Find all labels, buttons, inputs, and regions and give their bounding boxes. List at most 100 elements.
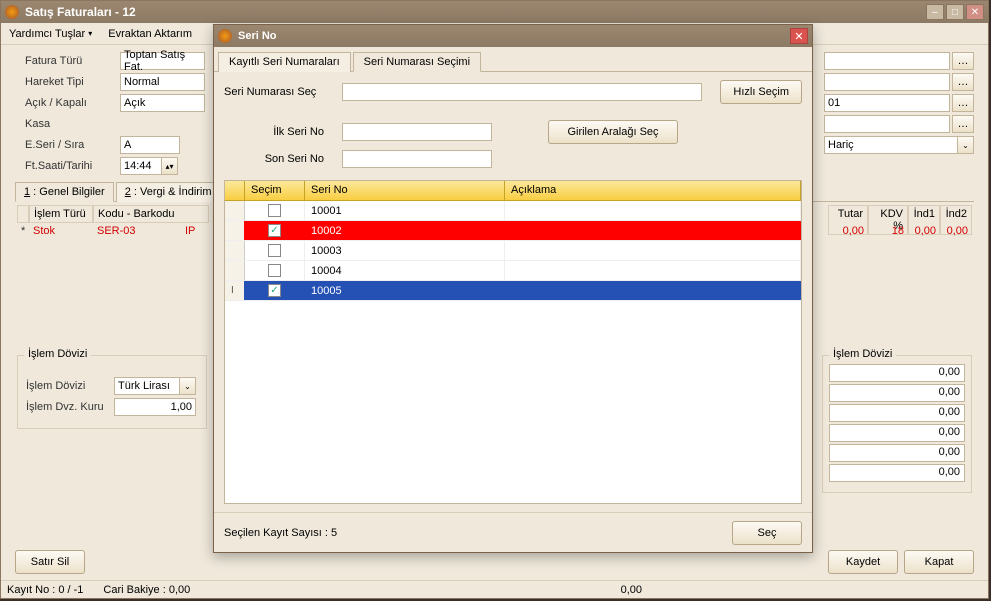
seri-sec-input[interactable] — [342, 83, 702, 101]
row-checkbox-cell[interactable] — [245, 261, 305, 280]
sum-2: 0,00 — [829, 384, 965, 402]
row-marker: * — [17, 223, 29, 241]
row-checkbox-cell[interactable] — [245, 241, 305, 260]
son-seri-input[interactable] — [342, 150, 492, 168]
checkbox-icon — [268, 204, 281, 217]
row-seri-no: 10003 — [305, 241, 505, 260]
sum-4: 0,00 — [829, 424, 965, 442]
row-aciklama — [505, 261, 801, 280]
sum-3: 0,00 — [829, 404, 965, 422]
fatura-turu-combo[interactable]: Toptan Satış Fat. — [120, 52, 205, 70]
col-seri-no[interactable]: Seri No — [305, 181, 505, 200]
dialog-close-button[interactable]: ✕ — [790, 28, 808, 44]
tab-genel-bilgiler[interactable]: 1 : Genel Bilgiler — [15, 182, 114, 202]
seri-grid: Seçim Seri No Açıklama 10001 ✓ 10002100031… — [224, 180, 802, 504]
lookup-button-1[interactable]: … — [952, 52, 974, 70]
islem-kuru-input[interactable]: 1,00 — [114, 398, 196, 416]
menu-transfer[interactable]: Evraktan Aktarım — [100, 23, 200, 44]
islem-dovizi-right-group: İşlem Dövizi 0,00 0,00 0,00 0,00 0,00 0,… — [822, 355, 972, 493]
right-field-4[interactable] — [824, 115, 950, 133]
row-aciklama — [505, 241, 801, 260]
time-spinner-icon[interactable]: ▴▾ — [162, 157, 178, 175]
hareket-tipi-label: Hareket Tipi — [25, 76, 120, 88]
kapat-button[interactable]: Kapat — [904, 550, 974, 574]
row-checkbox-cell[interactable] — [245, 201, 305, 220]
ftsaati-input[interactable]: 14:44 — [120, 157, 162, 175]
row-aciklama — [505, 281, 801, 300]
close-button[interactable]: ✕ — [966, 4, 984, 20]
islem-dovizi-caret-icon[interactable]: ⌄ — [180, 377, 196, 395]
tab-vergi-indirim[interactable]: 2 : Vergi & İndirim — [116, 182, 221, 202]
checkbox-icon: ✓ — [268, 284, 281, 297]
seri-row[interactable]: 10004 — [225, 261, 801, 281]
status-kayit-no: Kayıt No : 0 / -1 — [7, 584, 83, 596]
row-marker — [225, 201, 245, 220]
col-marker — [225, 181, 245, 200]
seri-row[interactable]: 10003 — [225, 241, 801, 261]
girilen-araligi-button[interactable]: Girilen Aralağı Seç — [548, 120, 678, 144]
row-seri-no: 10004 — [305, 261, 505, 280]
cell-ind2[interactable]: 0,00 — [940, 223, 972, 239]
row-checkbox-cell[interactable]: ✓ — [245, 281, 305, 300]
islem-dovizi-combo[interactable]: Türk Lirası — [114, 377, 180, 395]
lookup-button-4[interactable]: … — [952, 115, 974, 133]
row-marker — [225, 261, 245, 280]
seri-row[interactable]: I✓10005 — [225, 281, 801, 301]
seri-row[interactable]: 10001 — [225, 201, 801, 221]
eseri-input[interactable]: A — [120, 136, 180, 154]
row-marker — [225, 221, 245, 240]
haric-caret-icon[interactable]: ⌄ — [958, 136, 974, 154]
right-field-1[interactable] — [824, 52, 950, 70]
kaydet-button[interactable]: Kaydet — [828, 550, 898, 574]
minimize-button[interactable]: – — [926, 4, 944, 20]
tab-seri-secimi[interactable]: Seri Numarası Seçimi — [353, 52, 481, 72]
right-field-3[interactable]: 01 — [824, 94, 950, 112]
ilk-seri-input[interactable] — [342, 123, 492, 141]
col-secim[interactable]: Seçim — [245, 181, 305, 200]
cell-kodu[interactable]: SER-03 — [93, 223, 181, 241]
haric-combo[interactable]: Hariç — [824, 136, 958, 154]
cell-islem[interactable]: Stok — [29, 223, 93, 241]
dialog-app-icon — [218, 29, 232, 43]
col-aciklama[interactable]: Açıklama — [505, 181, 801, 200]
cell-kdv[interactable]: 18 — [868, 223, 908, 239]
tab-kayitli-seri[interactable]: Kayıtlı Seri Numaraları — [218, 52, 351, 72]
status-zero: 0,00 — [621, 584, 642, 596]
row-seri-no: 10002 — [305, 221, 505, 240]
right-field-2[interactable] — [824, 73, 950, 91]
row-checkbox-cell[interactable]: ✓ — [245, 221, 305, 240]
maximize-button[interactable]: □ — [946, 4, 964, 20]
col-islem-turu: İşlem Türü — [29, 205, 93, 223]
checkbox-icon — [268, 244, 281, 257]
main-titlebar: Satış Faturaları - 12 – □ ✕ — [1, 1, 988, 23]
seri-sec-label: Seri Numarası Seç — [224, 86, 334, 98]
seri-row[interactable]: ✓ 10002 — [225, 221, 801, 241]
selected-count-label: Seçilen Kayıt Sayısı : 5 — [224, 527, 732, 539]
row-marker — [225, 241, 245, 260]
main-window-title: Satış Faturaları - 12 — [25, 5, 926, 19]
cell-tutar[interactable]: 0,00 — [828, 223, 868, 239]
son-seri-label: Son Seri No — [224, 153, 334, 165]
fatura-turu-label: Fatura Türü — [25, 55, 120, 67]
islem-dovizi-group: İşlem Dövizi İşlem Dövizi Türk Lirası ⌄ … — [17, 355, 207, 429]
checkbox-icon: ✓ — [268, 224, 281, 237]
app-icon — [5, 5, 19, 19]
lookup-button-2[interactable]: … — [952, 73, 974, 91]
row-aciklama — [505, 221, 801, 240]
islem-kuru-label: İşlem Dvz. Kuru — [26, 401, 114, 413]
menu-helper-keys[interactable]: Yardımcı Tuşlar▾ — [1, 23, 100, 44]
acik-kapali-combo[interactable]: Açık — [120, 94, 205, 112]
cell-ind1[interactable]: 0,00 — [908, 223, 940, 239]
islem-dovizi-label: İşlem Dövizi — [26, 380, 114, 392]
cell-extra: IP — [181, 223, 201, 241]
ilk-seri-label: İlk Seri No — [224, 126, 334, 138]
seri-no-dialog: Seri No ✕ Kayıtlı Seri Numaraları Seri N… — [213, 24, 813, 553]
dialog-title: Seri No — [238, 30, 790, 42]
lookup-button-3[interactable]: … — [952, 94, 974, 112]
col-kodu-barkodu: Kodu - Barkodu — [93, 205, 209, 223]
checkbox-icon — [268, 264, 281, 277]
sec-button[interactable]: Seç — [732, 521, 802, 545]
satir-sil-button[interactable]: Satır Sil — [15, 550, 85, 574]
hizli-secim-button[interactable]: Hızlı Seçim — [720, 80, 802, 104]
hareket-tipi-combo[interactable]: Normal — [120, 73, 205, 91]
